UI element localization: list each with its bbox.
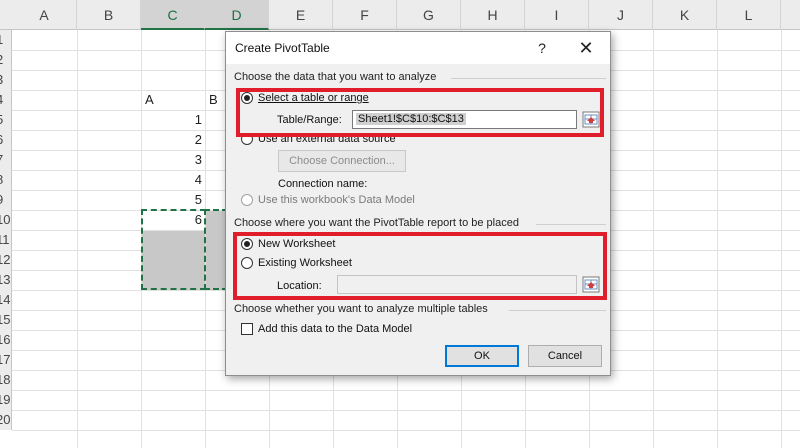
- radio-indicator: [241, 92, 253, 104]
- column-header-l[interactable]: L: [717, 0, 781, 30]
- table-range-input[interactable]: Sheet1!$C$10:$C$13: [352, 110, 577, 129]
- row-header-11[interactable]: 11: [0, 230, 12, 250]
- column-header-e[interactable]: E: [269, 0, 333, 30]
- column-header-k[interactable]: K: [653, 0, 717, 30]
- location-input[interactable]: [337, 275, 577, 294]
- gridline: [77, 30, 78, 448]
- row-header-5[interactable]: 5: [0, 110, 12, 130]
- existing-worksheet-radio[interactable]: Existing Worksheet: [241, 257, 352, 269]
- column-header-g[interactable]: G: [397, 0, 461, 30]
- table-range-label: Table/Range:: [277, 114, 342, 126]
- row-header-6[interactable]: 6: [0, 130, 12, 150]
- section-separator: [509, 310, 606, 311]
- column-header-row: A B C D E F G H I J K L: [0, 0, 800, 30]
- connection-name-label: Connection name:: [278, 178, 368, 190]
- gridline: [12, 430, 800, 431]
- row-header-2[interactable]: 2: [0, 50, 12, 70]
- row-header-14[interactable]: 14: [0, 290, 12, 310]
- gridline: [12, 410, 800, 411]
- cell-c5[interactable]: 1: [142, 110, 202, 130]
- select-table-label: Select a table or range: [258, 92, 369, 104]
- row-header-17[interactable]: 17: [0, 350, 12, 370]
- row-header-9[interactable]: 9: [0, 190, 12, 210]
- radio-indicator: [241, 133, 253, 145]
- row-header-13[interactable]: 13: [0, 270, 12, 290]
- column-header-c[interactable]: C: [141, 0, 205, 30]
- select-table-radio[interactable]: Select a table or range: [241, 92, 369, 104]
- data-model-radio[interactable]: Use this workbook's Data Model: [241, 194, 415, 206]
- cell-d4[interactable]: B: [209, 90, 218, 110]
- cell-c7[interactable]: 3: [142, 150, 202, 170]
- range-collapse-icon[interactable]: [582, 111, 600, 128]
- external-source-radio[interactable]: Use an external data source: [241, 133, 396, 145]
- ok-button[interactable]: OK: [445, 345, 519, 367]
- cancel-button[interactable]: Cancel: [528, 345, 602, 367]
- column-header-a[interactable]: A: [12, 0, 77, 30]
- add-to-data-model-checkbox[interactable]: Add this data to the Data Model: [241, 323, 412, 335]
- range-collapse-icon[interactable]: [582, 276, 600, 293]
- column-header-b[interactable]: B: [77, 0, 141, 30]
- row-header-18[interactable]: 18: [0, 370, 12, 390]
- gridline: [781, 30, 782, 448]
- column-header-i[interactable]: I: [525, 0, 589, 30]
- row-header-16[interactable]: 16: [0, 330, 12, 350]
- row-header-20[interactable]: 20: [0, 410, 12, 430]
- row-header-8[interactable]: 8: [0, 170, 12, 190]
- row-header-15[interactable]: 15: [0, 310, 12, 330]
- row-header-12[interactable]: 12: [0, 250, 12, 270]
- column-header-d[interactable]: D: [205, 0, 269, 30]
- copy-marquee-c: [141, 209, 206, 290]
- external-source-label: Use an external data source: [258, 133, 396, 145]
- cell-c9[interactable]: 5: [142, 190, 202, 210]
- gridline: [653, 30, 654, 448]
- new-worksheet-radio[interactable]: New Worksheet: [241, 238, 335, 250]
- radio-indicator: [241, 238, 253, 250]
- row-header-4[interactable]: 4: [0, 90, 12, 110]
- checkbox-indicator: [241, 323, 253, 335]
- gridline: [717, 30, 718, 448]
- table-range-value: Sheet1!$C$10:$C$13: [356, 113, 466, 125]
- multiple-tables-label: Choose whether you want to analyze multi…: [234, 303, 488, 315]
- row-header-10[interactable]: 10: [0, 210, 12, 230]
- help-icon[interactable]: ?: [531, 37, 553, 59]
- column-header-h[interactable]: H: [461, 0, 525, 30]
- row-header-7[interactable]: 7: [0, 150, 12, 170]
- cell-c6[interactable]: 2: [142, 130, 202, 150]
- new-worksheet-label: New Worksheet: [258, 238, 336, 250]
- cell-c4[interactable]: A: [145, 90, 154, 110]
- close-icon[interactable]: ✕: [574, 36, 598, 60]
- dialog-title-bar[interactable]: Create PivotTable ? ✕: [226, 32, 610, 64]
- existing-worksheet-label: Existing Worksheet: [258, 257, 352, 269]
- column-header-j[interactable]: J: [589, 0, 653, 30]
- row-header-3[interactable]: 3: [0, 70, 12, 90]
- row-header-19[interactable]: 19: [0, 390, 12, 410]
- placement-label: Choose where you want the PivotTable rep…: [234, 217, 519, 229]
- cell-c8[interactable]: 4: [142, 170, 202, 190]
- choose-connection-button[interactable]: Choose Connection...: [278, 150, 406, 172]
- section-separator: [536, 224, 606, 225]
- create-pivottable-dialog: Create PivotTable ? ✕ Choose the data th…: [225, 31, 611, 376]
- dialog-title: Create PivotTable: [235, 41, 330, 55]
- choose-data-label: Choose the data that you want to analyze: [234, 71, 437, 83]
- section-separator: [451, 78, 606, 79]
- location-label: Location:: [277, 280, 322, 292]
- column-header-f[interactable]: F: [333, 0, 397, 30]
- data-model-label: Use this workbook's Data Model: [258, 194, 415, 206]
- gridline: [12, 390, 800, 391]
- radio-indicator: [241, 257, 253, 269]
- row-header-1[interactable]: 1: [0, 30, 12, 50]
- add-to-data-model-label: Add this data to the Data Model: [258, 323, 413, 335]
- radio-indicator: [241, 194, 253, 206]
